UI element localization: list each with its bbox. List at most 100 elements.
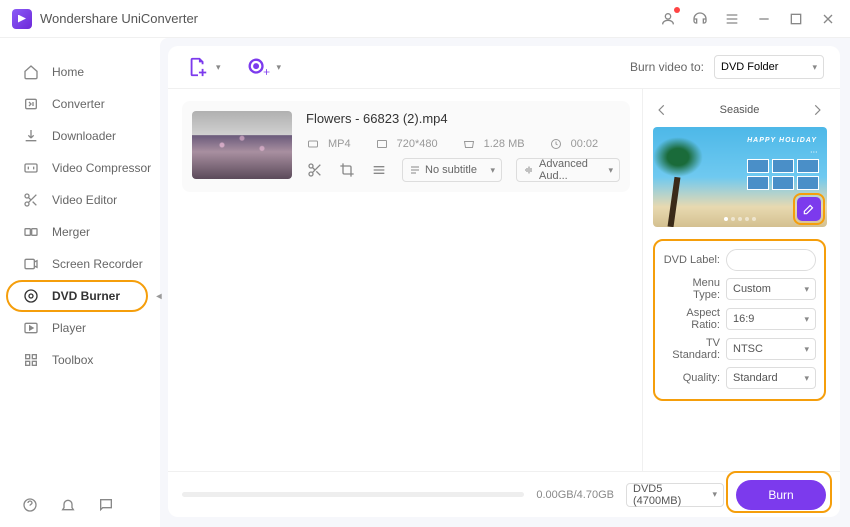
- app-logo: [12, 9, 32, 29]
- menu-icon[interactable]: [722, 9, 742, 29]
- edit-theme-button[interactable]: [797, 197, 821, 221]
- account-icon[interactable]: [658, 9, 678, 29]
- load-disc-button[interactable]: [245, 53, 273, 81]
- sidebar-item-label: Screen Recorder: [52, 257, 143, 271]
- close-icon[interactable]: [818, 9, 838, 29]
- right-column: Seaside HAPPY HOLIDAY • • •: [642, 89, 840, 471]
- feedback-icon[interactable]: [98, 497, 116, 515]
- theme-name: Seaside: [720, 104, 760, 116]
- file-meta: MP4 720*480 1.28 MB 00:02: [306, 138, 620, 150]
- sidebar-item-label: Downloader: [52, 129, 116, 143]
- format-icon: [306, 138, 320, 150]
- aspect-ratio-label: Aspect Ratio:: [663, 307, 726, 331]
- subtitle-icon: [409, 164, 421, 176]
- subtitle-value: No subtitle: [425, 164, 477, 176]
- content: ▾ ▾ Burn video to: DVD Folder ▾: [160, 38, 850, 527]
- play-icon: [22, 320, 40, 336]
- support-icon[interactable]: [690, 9, 710, 29]
- sidebar-item-toolbox[interactable]: Toolbox: [0, 344, 160, 376]
- notification-dot: [674, 7, 680, 13]
- sidebar-item-downloader[interactable]: Downloader: [0, 120, 160, 152]
- sidebar-item-compressor[interactable]: Video Compressor: [0, 152, 160, 184]
- sidebar-item-label: Player: [52, 321, 86, 335]
- dvd-settings: DVD Label: Menu Type: Custom▾ Aspect Rat…: [653, 239, 826, 401]
- burn-button[interactable]: Burn: [736, 480, 826, 510]
- theme-subtitle: • • •: [811, 149, 817, 154]
- disc-icon: [22, 288, 40, 304]
- audio-icon: [523, 164, 535, 176]
- minimize-icon[interactable]: [754, 9, 774, 29]
- file-item: Flowers - 66823 (2).mp4 MP4 720*480 1.28…: [182, 101, 630, 192]
- file-controls: No subtitle ▾ Advanced Aud... ▾: [306, 158, 620, 182]
- sidebar-item-merger[interactable]: Merger: [0, 216, 160, 248]
- add-file-button[interactable]: [184, 53, 212, 81]
- burn-to-select[interactable]: DVD Folder ▾: [714, 55, 824, 79]
- dvd-label-input[interactable]: [726, 249, 816, 271]
- converter-icon: [22, 96, 40, 112]
- more-button[interactable]: [370, 161, 388, 179]
- footer: 0.00GB/4.70GB DVD5 (4700MB) ▾ Burn: [168, 471, 840, 517]
- palm-decoration: [653, 137, 703, 227]
- add-file-caret[interactable]: ▾: [216, 62, 221, 73]
- theme-banner: HAPPY HOLIDAY: [747, 137, 817, 144]
- audio-value: Advanced Aud...: [539, 158, 600, 182]
- disc-type-select[interactable]: DVD5 (4700MB) ▾: [626, 483, 724, 507]
- toolbar: ▾ ▾ Burn video to: DVD Folder ▾: [168, 46, 840, 88]
- theme-preview[interactable]: HAPPY HOLIDAY • • •: [653, 127, 827, 227]
- duration-icon: [549, 138, 563, 150]
- sidebar-item-label: Home: [52, 65, 84, 79]
- tv-standard-select[interactable]: NTSC▾: [726, 338, 816, 360]
- sidebar-item-label: Video Compressor: [52, 161, 151, 175]
- sidebar-item-editor[interactable]: Video Editor: [0, 184, 160, 216]
- file-duration: 00:02: [571, 138, 599, 150]
- sidebar-item-converter[interactable]: Converter: [0, 88, 160, 120]
- sidebar-item-label: Toolbox: [52, 353, 93, 367]
- size-icon: [462, 138, 476, 150]
- download-icon: [22, 128, 40, 144]
- burn-to-value: DVD Folder: [721, 61, 778, 73]
- help-icon[interactable]: [22, 497, 40, 515]
- file-format: MP4: [328, 138, 351, 150]
- prev-theme-button[interactable]: [653, 101, 671, 119]
- compress-icon: [22, 160, 40, 176]
- body: Flowers - 66823 (2).mp4 MP4 720*480 1.28…: [168, 88, 840, 517]
- sidebar-item-label: Merger: [52, 225, 90, 239]
- crop-button[interactable]: [338, 161, 356, 179]
- merge-icon: [22, 224, 40, 240]
- file-size: 1.28 MB: [484, 138, 525, 150]
- app-title: Wondershare UniConverter: [40, 11, 198, 26]
- caret-icon: ▾: [608, 165, 613, 176]
- quality-select[interactable]: Standard▾: [726, 367, 816, 389]
- scissors-icon: [22, 192, 40, 208]
- theme-thumbs: [747, 159, 819, 190]
- disc-usage-bar: [182, 492, 524, 497]
- sidebar-item-player[interactable]: Player: [0, 312, 160, 344]
- record-icon: [22, 256, 40, 272]
- trim-button[interactable]: [306, 161, 324, 179]
- sidebar-item-label: DVD Burner: [52, 289, 120, 303]
- next-theme-button[interactable]: [808, 101, 826, 119]
- menu-type-select[interactable]: Custom▾: [726, 278, 816, 300]
- file-info: Flowers - 66823 (2).mp4 MP4 720*480 1.28…: [306, 111, 620, 182]
- disc-usage-text: 0.00GB/4.70GB: [536, 489, 614, 501]
- bell-icon[interactable]: [60, 497, 78, 515]
- sidebar-item-home[interactable]: Home: [0, 56, 160, 88]
- titlebar: Wondershare UniConverter: [0, 0, 850, 38]
- maximize-icon[interactable]: [786, 9, 806, 29]
- sidebar-item-label: Video Editor: [52, 193, 117, 207]
- file-list: Flowers - 66823 (2).mp4 MP4 720*480 1.28…: [168, 89, 642, 471]
- sidebar-item-recorder[interactable]: Screen Recorder: [0, 248, 160, 280]
- audio-select[interactable]: Advanced Aud... ▾: [516, 158, 620, 182]
- file-thumbnail[interactable]: [192, 111, 292, 179]
- theme-nav: Seaside: [653, 99, 826, 121]
- dvd-label-label: DVD Label:: [663, 254, 726, 266]
- sidebar-item-dvdburner[interactable]: DVD Burner ◂: [0, 280, 160, 312]
- aspect-ratio-select[interactable]: 16:9▾: [726, 308, 816, 330]
- sidebar-item-label: Converter: [52, 97, 105, 111]
- caret-icon: ▾: [490, 165, 495, 176]
- collapse-icon[interactable]: ◂: [154, 289, 164, 303]
- resolution-icon: [375, 138, 389, 150]
- load-disc-caret[interactable]: ▾: [277, 62, 282, 73]
- file-name: Flowers - 66823 (2).mp4: [306, 111, 620, 126]
- subtitle-select[interactable]: No subtitle ▾: [402, 158, 502, 182]
